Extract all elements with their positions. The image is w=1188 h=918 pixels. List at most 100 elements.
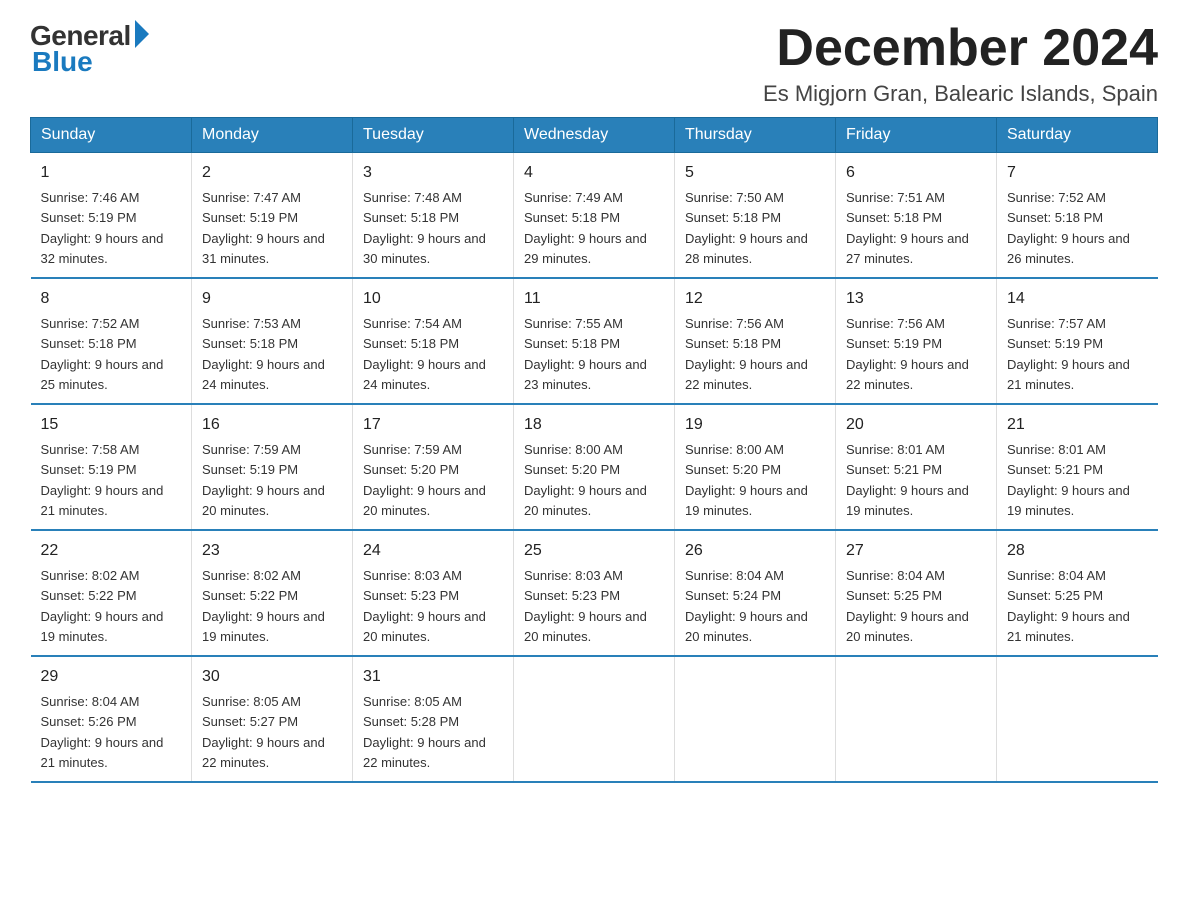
table-row: 8 Sunrise: 7:52 AMSunset: 5:18 PMDayligh… — [31, 278, 192, 404]
header-wednesday: Wednesday — [514, 118, 675, 153]
table-row: 18 Sunrise: 8:00 AMSunset: 5:20 PMDaylig… — [514, 404, 675, 530]
calendar-week-row: 22 Sunrise: 8:02 AMSunset: 5:22 PMDaylig… — [31, 530, 1158, 656]
table-row: 30 Sunrise: 8:05 AMSunset: 5:27 PMDaylig… — [192, 656, 353, 782]
calendar-week-row: 15 Sunrise: 7:58 AMSunset: 5:19 PMDaylig… — [31, 404, 1158, 530]
day-number: 28 — [1007, 539, 1148, 563]
day-number: 1 — [41, 161, 182, 185]
day-number: 2 — [202, 161, 342, 185]
table-row: 25 Sunrise: 8:03 AMSunset: 5:23 PMDaylig… — [514, 530, 675, 656]
day-number: 5 — [685, 161, 825, 185]
day-info: Sunrise: 8:01 AMSunset: 5:21 PMDaylight:… — [1007, 442, 1130, 518]
table-row: 7 Sunrise: 7:52 AMSunset: 5:18 PMDayligh… — [997, 153, 1158, 279]
table-row: 22 Sunrise: 8:02 AMSunset: 5:22 PMDaylig… — [31, 530, 192, 656]
day-number: 27 — [846, 539, 986, 563]
day-number: 29 — [41, 665, 182, 689]
table-row: 31 Sunrise: 8:05 AMSunset: 5:28 PMDaylig… — [353, 656, 514, 782]
header-monday: Monday — [192, 118, 353, 153]
table-row: 20 Sunrise: 8:01 AMSunset: 5:21 PMDaylig… — [836, 404, 997, 530]
day-number: 13 — [846, 287, 986, 311]
logo-blue-text: Blue — [32, 46, 93, 78]
table-row: 9 Sunrise: 7:53 AMSunset: 5:18 PMDayligh… — [192, 278, 353, 404]
table-row: 23 Sunrise: 8:02 AMSunset: 5:22 PMDaylig… — [192, 530, 353, 656]
table-row: 1 Sunrise: 7:46 AMSunset: 5:19 PMDayligh… — [31, 153, 192, 279]
table-row: 17 Sunrise: 7:59 AMSunset: 5:20 PMDaylig… — [353, 404, 514, 530]
table-row: 2 Sunrise: 7:47 AMSunset: 5:19 PMDayligh… — [192, 153, 353, 279]
logo: General Blue — [30, 20, 149, 78]
logo-triangle-icon — [135, 20, 149, 48]
day-info: Sunrise: 7:52 AMSunset: 5:18 PMDaylight:… — [41, 316, 164, 392]
header-thursday: Thursday — [675, 118, 836, 153]
table-row: 12 Sunrise: 7:56 AMSunset: 5:18 PMDaylig… — [675, 278, 836, 404]
day-number: 17 — [363, 413, 503, 437]
day-number: 19 — [685, 413, 825, 437]
day-number: 12 — [685, 287, 825, 311]
table-row — [675, 656, 836, 782]
day-number: 16 — [202, 413, 342, 437]
table-row: 3 Sunrise: 7:48 AMSunset: 5:18 PMDayligh… — [353, 153, 514, 279]
day-number: 15 — [41, 413, 182, 437]
calendar-table: Sunday Monday Tuesday Wednesday Thursday… — [30, 117, 1158, 783]
table-row: 14 Sunrise: 7:57 AMSunset: 5:19 PMDaylig… — [997, 278, 1158, 404]
title-area: December 2024 Es Migjorn Gran, Balearic … — [763, 20, 1158, 107]
table-row — [997, 656, 1158, 782]
day-number: 18 — [524, 413, 664, 437]
day-info: Sunrise: 8:04 AMSunset: 5:26 PMDaylight:… — [41, 694, 164, 770]
calendar-header-row: Sunday Monday Tuesday Wednesday Thursday… — [31, 118, 1158, 153]
day-info: Sunrise: 8:00 AMSunset: 5:20 PMDaylight:… — [524, 442, 647, 518]
table-row — [514, 656, 675, 782]
table-row: 16 Sunrise: 7:59 AMSunset: 5:19 PMDaylig… — [192, 404, 353, 530]
day-info: Sunrise: 7:48 AMSunset: 5:18 PMDaylight:… — [363, 190, 486, 266]
header-friday: Friday — [836, 118, 997, 153]
day-info: Sunrise: 7:50 AMSunset: 5:18 PMDaylight:… — [685, 190, 808, 266]
table-row: 5 Sunrise: 7:50 AMSunset: 5:18 PMDayligh… — [675, 153, 836, 279]
day-info: Sunrise: 7:49 AMSunset: 5:18 PMDaylight:… — [524, 190, 647, 266]
day-info: Sunrise: 8:03 AMSunset: 5:23 PMDaylight:… — [524, 568, 647, 644]
day-info: Sunrise: 7:57 AMSunset: 5:19 PMDaylight:… — [1007, 316, 1130, 392]
day-number: 21 — [1007, 413, 1148, 437]
day-number: 31 — [363, 665, 503, 689]
day-info: Sunrise: 7:54 AMSunset: 5:18 PMDaylight:… — [363, 316, 486, 392]
day-info: Sunrise: 7:59 AMSunset: 5:20 PMDaylight:… — [363, 442, 486, 518]
calendar-week-row: 1 Sunrise: 7:46 AMSunset: 5:19 PMDayligh… — [31, 153, 1158, 279]
day-number: 7 — [1007, 161, 1148, 185]
table-row: 10 Sunrise: 7:54 AMSunset: 5:18 PMDaylig… — [353, 278, 514, 404]
header-sunday: Sunday — [31, 118, 192, 153]
location-subtitle: Es Migjorn Gran, Balearic Islands, Spain — [763, 81, 1158, 107]
day-info: Sunrise: 8:04 AMSunset: 5:25 PMDaylight:… — [1007, 568, 1130, 644]
day-info: Sunrise: 8:01 AMSunset: 5:21 PMDaylight:… — [846, 442, 969, 518]
table-row: 15 Sunrise: 7:58 AMSunset: 5:19 PMDaylig… — [31, 404, 192, 530]
day-info: Sunrise: 7:47 AMSunset: 5:19 PMDaylight:… — [202, 190, 325, 266]
table-row: 4 Sunrise: 7:49 AMSunset: 5:18 PMDayligh… — [514, 153, 675, 279]
table-row: 24 Sunrise: 8:03 AMSunset: 5:23 PMDaylig… — [353, 530, 514, 656]
day-number: 22 — [41, 539, 182, 563]
day-info: Sunrise: 8:04 AMSunset: 5:24 PMDaylight:… — [685, 568, 808, 644]
day-number: 24 — [363, 539, 503, 563]
day-number: 10 — [363, 287, 503, 311]
table-row: 27 Sunrise: 8:04 AMSunset: 5:25 PMDaylig… — [836, 530, 997, 656]
day-number: 20 — [846, 413, 986, 437]
header-saturday: Saturday — [997, 118, 1158, 153]
table-row — [836, 656, 997, 782]
table-row: 13 Sunrise: 7:56 AMSunset: 5:19 PMDaylig… — [836, 278, 997, 404]
day-info: Sunrise: 8:04 AMSunset: 5:25 PMDaylight:… — [846, 568, 969, 644]
day-info: Sunrise: 7:58 AMSunset: 5:19 PMDaylight:… — [41, 442, 164, 518]
day-number: 4 — [524, 161, 664, 185]
table-row: 6 Sunrise: 7:51 AMSunset: 5:18 PMDayligh… — [836, 153, 997, 279]
day-info: Sunrise: 7:56 AMSunset: 5:19 PMDaylight:… — [846, 316, 969, 392]
table-row: 21 Sunrise: 8:01 AMSunset: 5:21 PMDaylig… — [997, 404, 1158, 530]
day-info: Sunrise: 8:02 AMSunset: 5:22 PMDaylight:… — [202, 568, 325, 644]
day-info: Sunrise: 7:55 AMSunset: 5:18 PMDaylight:… — [524, 316, 647, 392]
day-info: Sunrise: 8:02 AMSunset: 5:22 PMDaylight:… — [41, 568, 164, 644]
day-number: 11 — [524, 287, 664, 311]
day-number: 6 — [846, 161, 986, 185]
calendar-week-row: 8 Sunrise: 7:52 AMSunset: 5:18 PMDayligh… — [31, 278, 1158, 404]
table-row: 26 Sunrise: 8:04 AMSunset: 5:24 PMDaylig… — [675, 530, 836, 656]
day-info: Sunrise: 8:03 AMSunset: 5:23 PMDaylight:… — [363, 568, 486, 644]
day-info: Sunrise: 7:59 AMSunset: 5:19 PMDaylight:… — [202, 442, 325, 518]
day-number: 26 — [685, 539, 825, 563]
header-tuesday: Tuesday — [353, 118, 514, 153]
day-info: Sunrise: 7:56 AMSunset: 5:18 PMDaylight:… — [685, 316, 808, 392]
day-info: Sunrise: 8:05 AMSunset: 5:28 PMDaylight:… — [363, 694, 486, 770]
day-info: Sunrise: 7:52 AMSunset: 5:18 PMDaylight:… — [1007, 190, 1130, 266]
day-info: Sunrise: 8:05 AMSunset: 5:27 PMDaylight:… — [202, 694, 325, 770]
